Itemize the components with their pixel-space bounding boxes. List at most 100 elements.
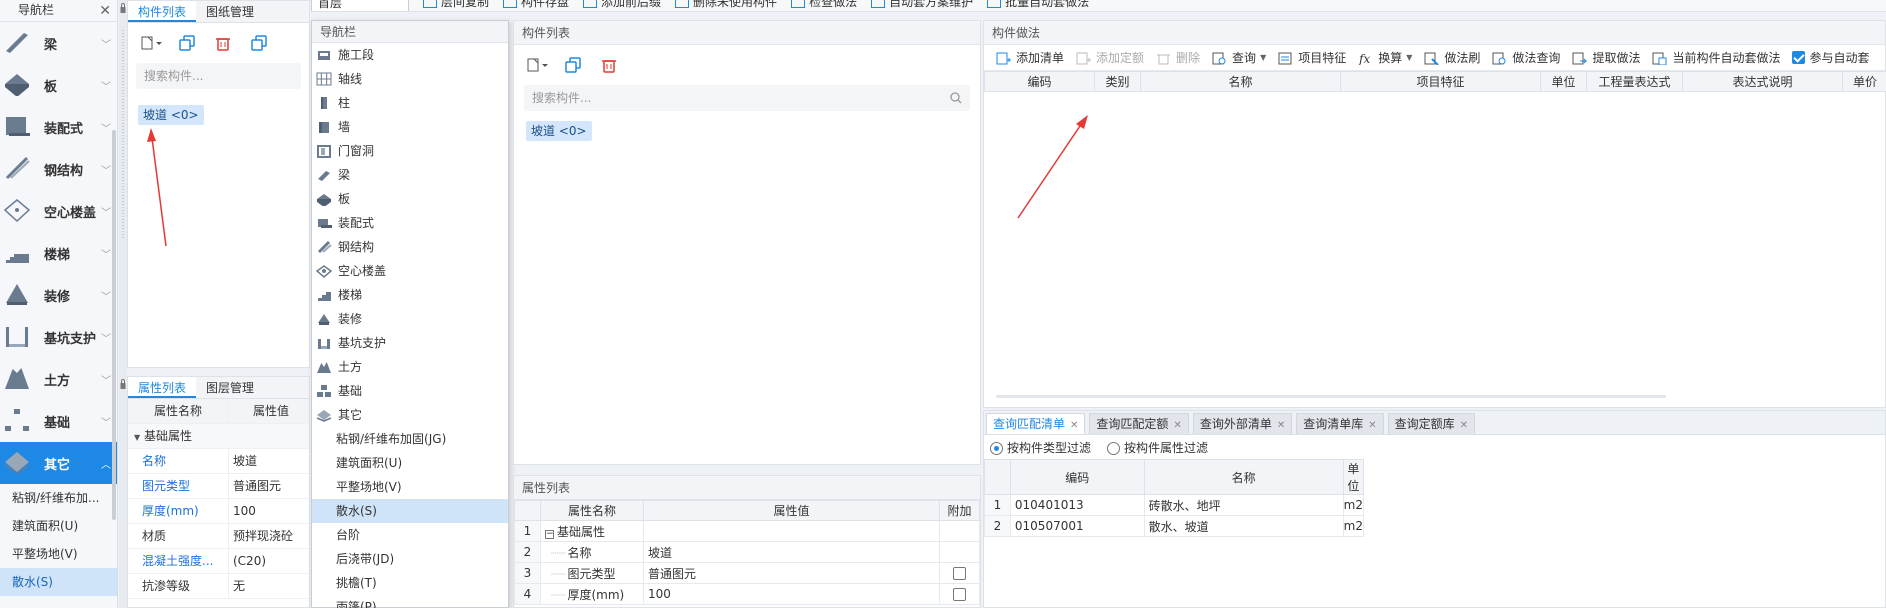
nav-subitem[interactable]: 散水(S) [0,568,117,596]
method-toolbar-button[interactable]: 项目特征 [1272,49,1352,66]
dropdown-item[interactable]: 墙 [312,115,508,139]
copy-component-button[interactable] [176,32,198,54]
nav-scrollbar[interactable] [112,130,116,520]
tab-drawing-management[interactable]: 图纸管理 [196,1,264,22]
floor-selector[interactable]: 首层 [311,0,409,11]
top-toolbar-button[interactable]: 检查做法 [791,0,857,11]
close-icon[interactable]: ✕ [1277,420,1285,431]
chevron-down-icon[interactable]: ﹀ [101,288,111,303]
collapse-triangle-icon[interactable]: ▼ [134,433,140,442]
filter-by-type[interactable]: 按构件类型过滤 [990,439,1091,456]
nav-category-item[interactable]: 钢结构 ﹀ [0,148,117,190]
dropdown-item[interactable]: 基础 [312,379,508,403]
radio-selected-icon[interactable] [990,441,1003,455]
chevron-down-icon[interactable]: ﹀ [101,120,111,135]
method-column-header[interactable]: 名称 [1140,71,1341,92]
nav-category-item[interactable]: 其它 ︿ [0,442,117,484]
extra-checkbox[interactable] [953,588,966,601]
lock-icon[interactable] [120,378,126,390]
nav-category-item[interactable]: 装配式 ﹀ [0,106,117,148]
property-row[interactable]: 名称 坡道 [128,449,309,474]
delete-component-button[interactable] [598,54,620,76]
property-value[interactable]: 坡道 [228,449,309,473]
close-icon[interactable]: ✕ [1070,420,1078,431]
property-value[interactable]: 无 [228,574,309,598]
chevron-down-icon[interactable]: ﹀ [101,372,111,387]
top-toolbar-button[interactable]: 批量自动套做法 [987,0,1089,11]
top-toolbar-button[interactable]: 构件存盘 [503,0,569,11]
component-chip[interactable]: 坡道 <0> [526,121,592,141]
dropdown-item[interactable]: 梁 [312,163,508,187]
dropdown-item[interactable]: 基坑支护 [312,331,508,355]
layer-copy-button[interactable] [248,32,270,54]
query-tab[interactable]: 查询外部清单 ✕ [1192,413,1293,434]
nav-subitem[interactable]: 粘钢/纤维布加... [0,484,117,512]
method-toolbar-button[interactable]: 做法查询 [1486,49,1566,66]
method-toolbar-button[interactable]: 当前构件自动套做法 [1646,49,1786,66]
lock-icon[interactable] [120,2,126,14]
query-tab[interactable]: 查询匹配定额 ✕ [1089,413,1189,434]
nav-subitem[interactable]: 平整场地(V) [0,540,117,568]
method-column-header[interactable]: 单价 [1842,71,1886,92]
property-group-row[interactable]: ▼ 基础属性 [128,424,309,449]
delete-component-button[interactable] [212,32,234,54]
splitter[interactable] [119,0,127,608]
property-value[interactable]: (C20) [228,549,309,573]
dropdown-subitem[interactable]: 挑檐(T) [312,571,508,595]
property-table-row[interactable]: 1− 基础属性 [514,520,980,542]
dropdown-arrow-icon[interactable]: ▼ [1406,53,1412,62]
method-toolbar-button[interactable]: 查询 ▼ [1206,49,1272,66]
top-toolbar-button[interactable]: 自动套方案维护 [871,0,973,11]
chevron-down-icon[interactable]: ﹀ [101,246,111,261]
tab-layer-management[interactable]: 图层管理 [196,377,264,398]
dropdown-item[interactable]: 轴线 [312,67,508,91]
chevron-down-icon[interactable]: ﹀ [101,36,111,51]
property-value[interactable]: 普通图元 [228,474,309,498]
property-table-row[interactable]: 4 ┈┈ 厚度(mm) 100 [514,583,980,605]
dropdown-subitem[interactable]: 建筑面积(U) [312,451,508,475]
nav-category-item[interactable]: 土方 ﹀ [0,358,117,400]
property-row[interactable]: 混凝土强度... (C20) [128,549,309,574]
method-toolbar-button[interactable]: 做法刷 [1418,49,1486,66]
method-column-header[interactable]: 编码 [984,71,1095,92]
method-column-header[interactable]: 单位 [1540,71,1587,92]
close-icon[interactable]: ✕ [1460,420,1468,431]
dropdown-item[interactable]: 土方 [312,355,508,379]
dropdown-subitem[interactable]: 后浇带(JD) [312,547,508,571]
dropdown-subitem[interactable]: 雨篷(P) [312,595,508,608]
method-column-header[interactable]: 表达式说明 [1682,71,1843,92]
query-tab[interactable]: 查询清单库 ✕ [1296,413,1384,434]
query-tab[interactable]: 查询匹配清单 ✕ [986,413,1086,434]
dropdown-subitem[interactable]: 散水(S) [312,499,508,523]
copy-component-button[interactable] [562,54,584,76]
dropdown-item[interactable]: 楼梯 [312,283,508,307]
property-row[interactable]: 抗渗等级 无 [128,574,309,599]
chevron-up-icon[interactable]: ︿ [101,456,111,471]
new-component-button[interactable] [140,32,162,54]
chevron-down-icon[interactable]: ﹀ [101,330,111,345]
panel2-search-input[interactable]: 搜索构件... [524,85,970,111]
filter-by-attribute[interactable]: 按构件属性过滤 [1107,439,1208,456]
extra-checkbox[interactable] [953,567,966,580]
property-row[interactable]: 材质 预拌现浇砼 [128,524,309,549]
nav-subitem[interactable]: 建筑面积(U) [0,512,117,540]
property-row[interactable]: 图元类型 普通图元 [128,474,309,499]
query-result-row[interactable]: 1 010401013 砖散水、地坪 m2 [984,494,1365,516]
property-value[interactable] [643,520,940,542]
property-value[interactable]: 100 [643,583,940,605]
dropdown-subitem[interactable]: 台阶 [312,523,508,547]
nav-category-item[interactable]: 楼梯 ﹀ [0,232,117,274]
close-icon[interactable]: ✕ [1368,420,1376,431]
dropdown-item[interactable]: 施工段 [312,43,508,67]
dropdown-item[interactable]: 装修 [312,307,508,331]
property-row[interactable]: 厚度(mm) 100 [128,499,309,524]
search-icon[interactable] [950,92,962,104]
property-value[interactable]: 100 [228,499,309,523]
component-search-input[interactable]: 搜索构件... [136,63,301,89]
method-toolbar-button[interactable]: fx 换算 ▼ [1352,49,1418,66]
dropdown-item[interactable]: 板 [312,187,508,211]
query-tab[interactable]: 查询定额库 ✕ [1387,413,1476,434]
property-value[interactable]: 坡道 [643,541,940,563]
dropdown-item[interactable]: 门窗洞 [312,139,508,163]
tab-property-list[interactable]: 属性列表 [128,377,197,398]
